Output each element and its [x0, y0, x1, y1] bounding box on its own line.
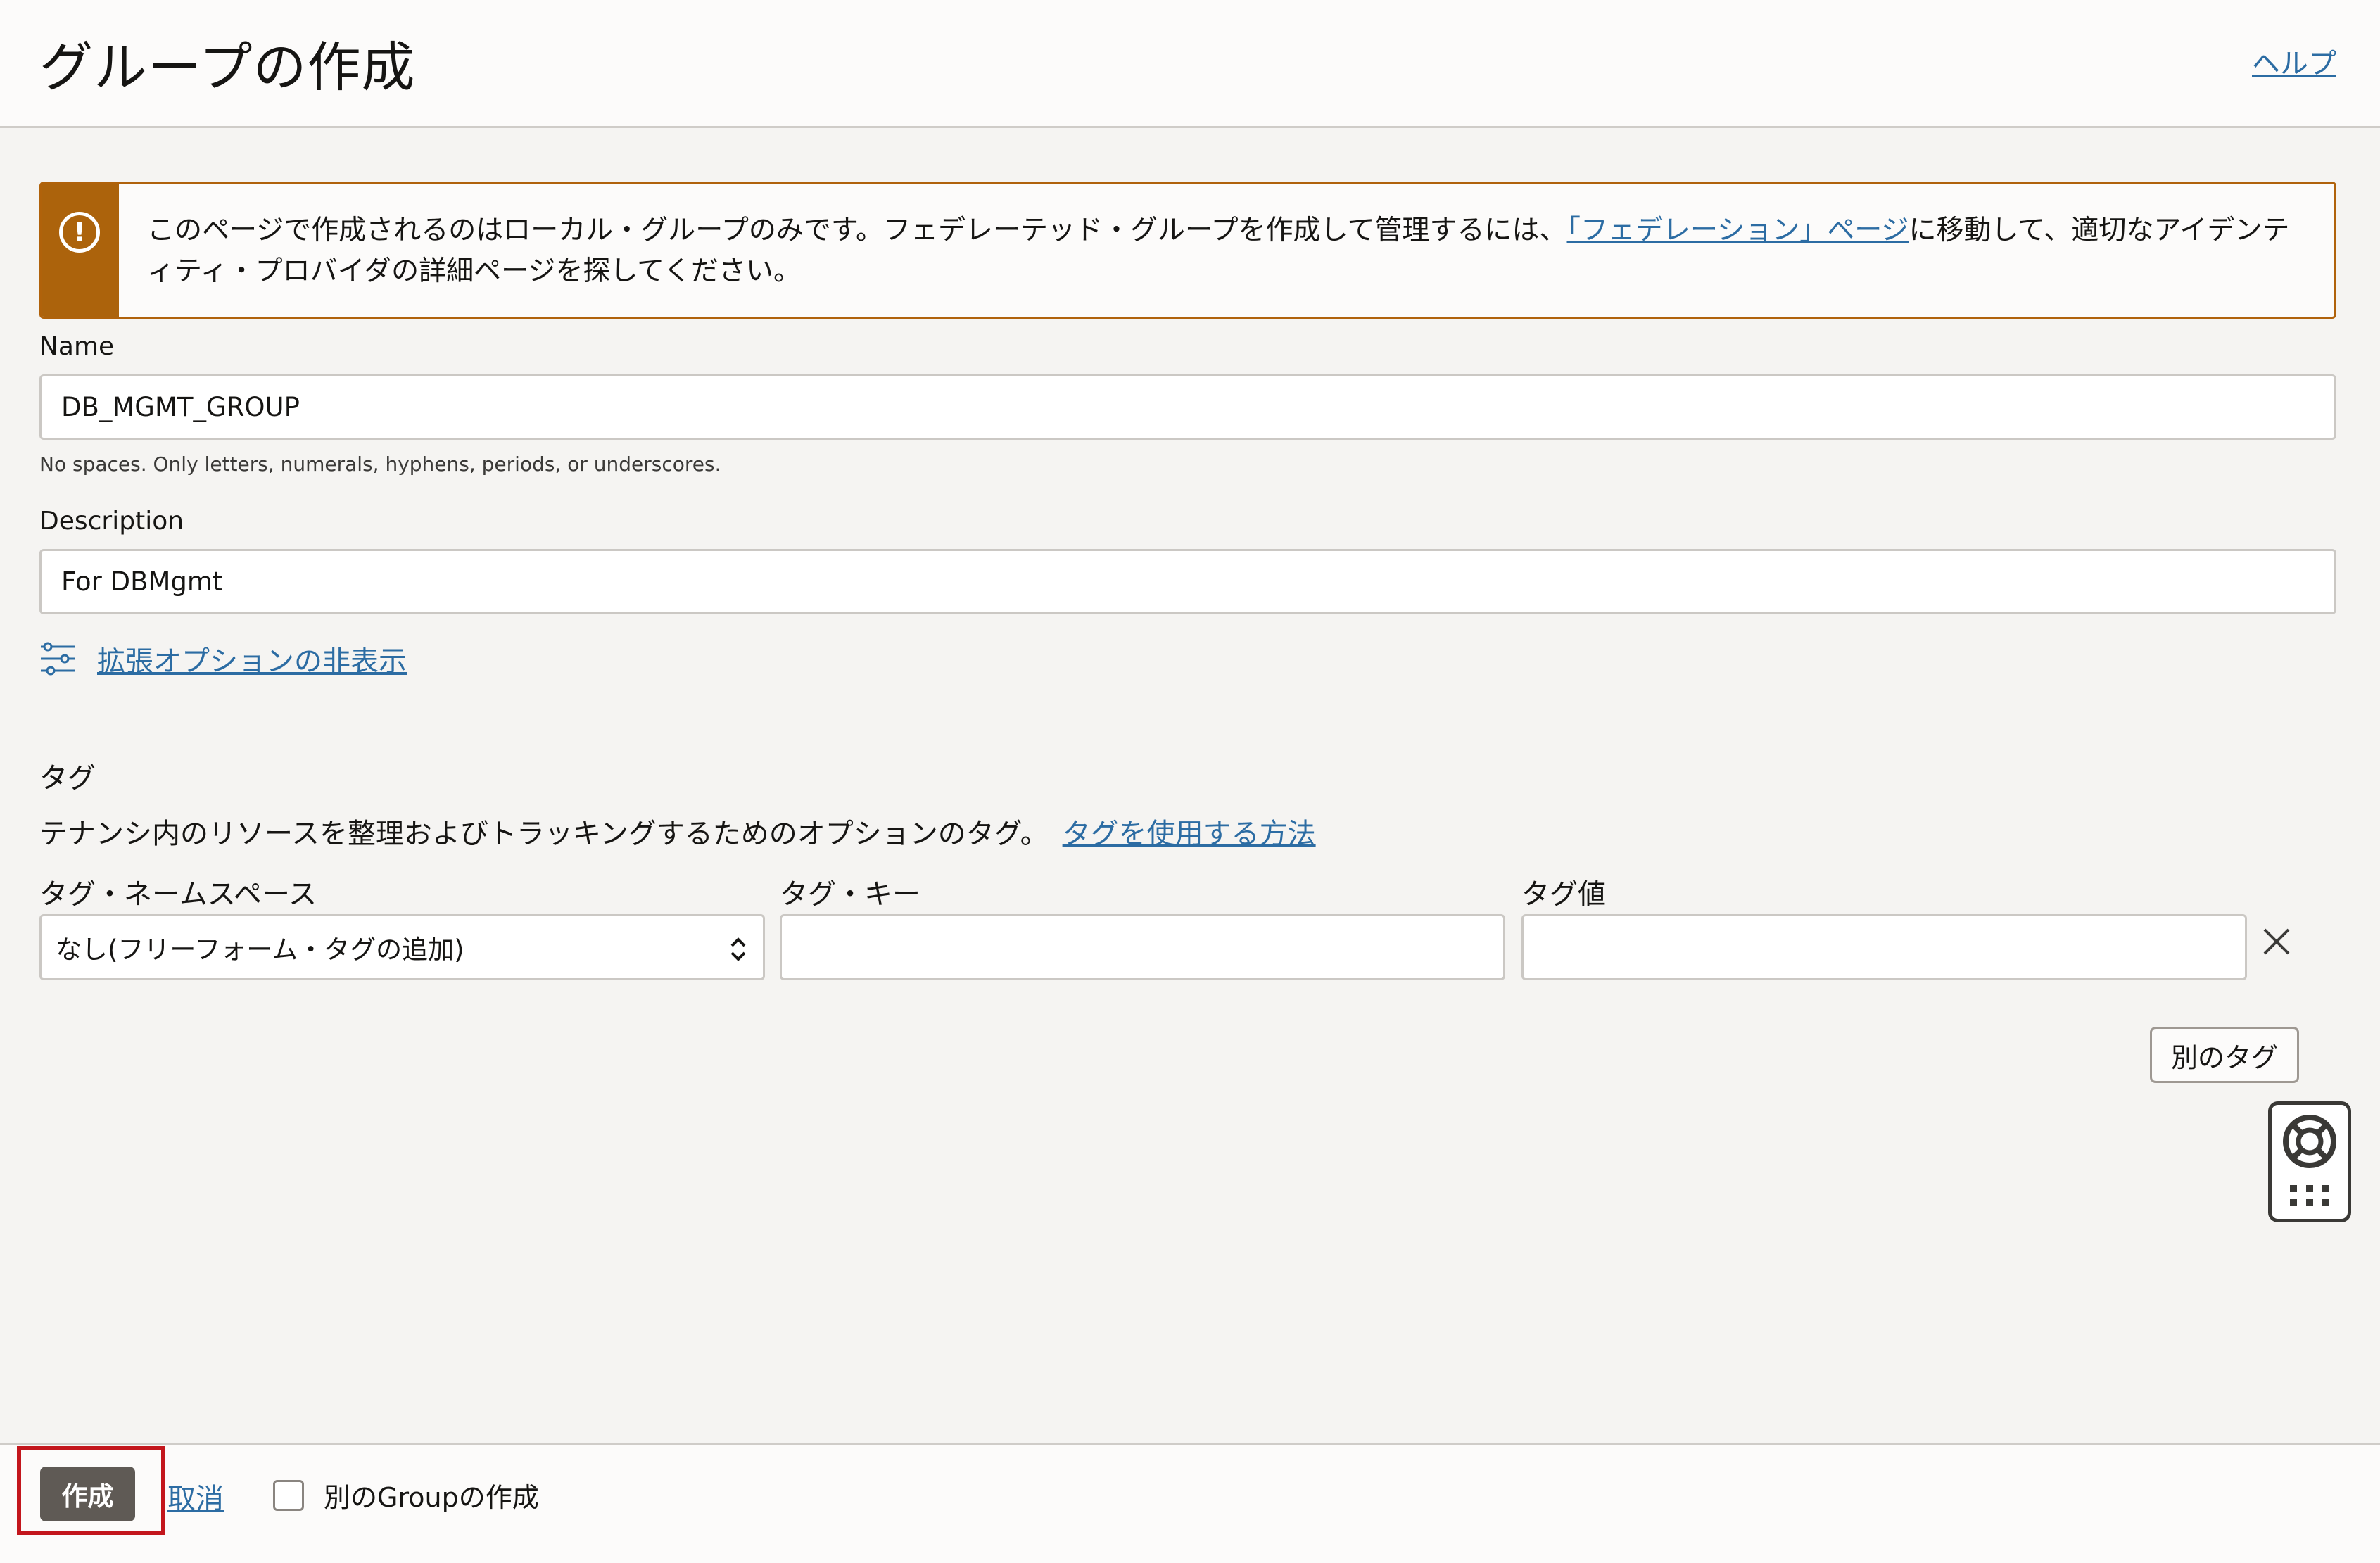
federation-page-link[interactable]: 「フェデレーション」ページ	[1566, 215, 1909, 246]
sliders-icon	[41, 642, 75, 676]
description-input-value: For DBMgmt	[61, 567, 223, 597]
create-another-label: 別のGroupの作成	[324, 1482, 539, 1513]
create-button[interactable]: 作成	[40, 1467, 135, 1521]
create-another-checkbox[interactable]	[273, 1480, 304, 1511]
page-header: グループの作成 ヘルプ	[0, 0, 2380, 128]
info-banner: ! このページで作成されるのはローカル・グループのみです。フェデレーテッド・グル…	[39, 182, 2336, 319]
tag-namespace-value: なし(フリーフォーム・タグの追加)	[56, 935, 464, 965]
close-icon[interactable]	[2260, 925, 2293, 958]
grid-dots-icon	[2290, 1185, 2329, 1206]
add-another-tag-button[interactable]: 別のタグ	[2150, 1027, 2299, 1083]
tag-key-label: タグ・キー	[780, 878, 920, 911]
name-input-value: DB_MGMT_GROUP	[61, 392, 300, 422]
name-input[interactable]: DB_MGMT_GROUP	[39, 374, 2336, 440]
page-title: グループの作成	[39, 36, 416, 99]
lifebuoy-icon	[2283, 1115, 2336, 1168]
tags-description: テナンシ内のリソースを整理およびトラッキングするためのオプションのタグ。 タグを使…	[39, 811, 1316, 852]
tag-value-input[interactable]	[1521, 914, 2247, 980]
banner-accent: !	[42, 184, 119, 317]
tags-section-title: タグ	[39, 762, 96, 795]
description-label: Description	[39, 507, 184, 536]
name-label: Name	[39, 332, 115, 361]
advanced-options-toggle[interactable]: 拡張オプションの非表示	[39, 638, 407, 680]
help-widget[interactable]	[2268, 1101, 2351, 1222]
exclamation-circle-icon: !	[59, 212, 100, 253]
name-hint: No spaces. Only letters, numerals, hyphe…	[39, 453, 721, 476]
tag-key-input[interactable]	[780, 914, 1505, 980]
banner-text-before: このページで作成されるのはローカル・グループのみです。フェデレーテッド・グループ…	[147, 215, 1567, 246]
tag-namespace-select[interactable]: なし(フリーフォーム・タグの追加)	[39, 914, 765, 980]
tag-namespace-label: タグ・ネームスペース	[39, 878, 317, 911]
description-input[interactable]: For DBMgmt	[39, 549, 2336, 614]
help-link[interactable]: ヘルプ	[2252, 41, 2336, 82]
banner-message: このページで作成されるのはローカル・グループのみです。フェデレーテッド・グループ…	[147, 210, 2308, 292]
cancel-link[interactable]: 取消	[167, 1476, 224, 1517]
tags-description-text: テナンシ内のリソースを整理およびトラッキングするためのオプションのタグ。	[39, 818, 1049, 850]
tags-how-to-link[interactable]: タグを使用する方法	[1063, 818, 1316, 850]
tag-value-label: タグ値	[1521, 878, 1606, 911]
advanced-options-link: 拡張オプションの非表示	[97, 645, 407, 678]
chevron-up-down-icon	[730, 937, 746, 961]
